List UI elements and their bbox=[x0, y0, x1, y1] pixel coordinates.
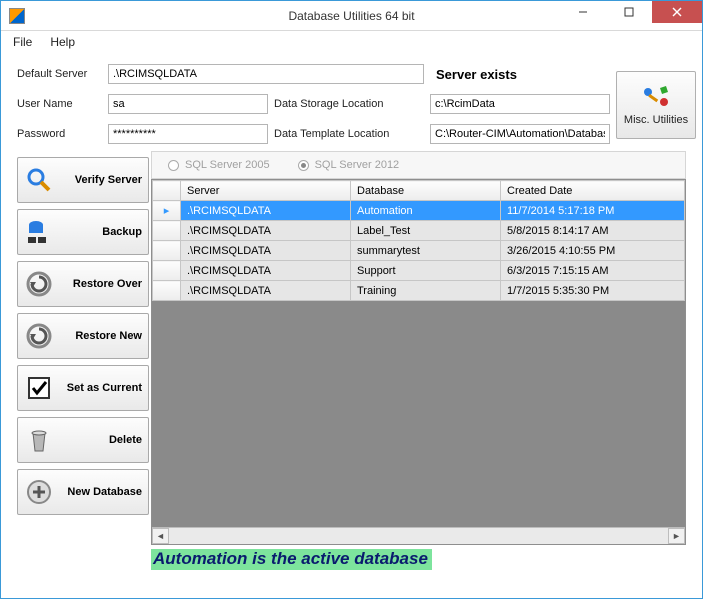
horizontal-scrollbar[interactable]: ◄ ► bbox=[152, 527, 685, 544]
cell-server[interactable]: .\RCIMSQLDATA bbox=[181, 241, 351, 261]
row-indicator[interactable]: ▸ bbox=[153, 201, 181, 221]
misc-utilities-button[interactable]: Misc. Utilities bbox=[616, 71, 696, 139]
row-indicator[interactable] bbox=[153, 241, 181, 261]
form-area: Default Server Server exists Misc. Utili… bbox=[1, 53, 702, 151]
sql-2012-label: SQL Server 2012 bbox=[315, 159, 400, 171]
cell-server[interactable]: .\RCIMSQLDATA bbox=[181, 221, 351, 241]
misc-utilities-label: Misc. Utilities bbox=[624, 114, 688, 126]
titlebar: Database Utilities 64 bit bbox=[1, 1, 702, 31]
restore-over-icon bbox=[24, 269, 54, 299]
menubar: File Help bbox=[1, 31, 702, 53]
trash-icon bbox=[24, 425, 54, 455]
cell-database[interactable]: Label_Test bbox=[351, 221, 501, 241]
cell-created[interactable]: 6/3/2015 7:15:15 AM bbox=[501, 261, 685, 281]
cell-server[interactable]: .\RCIMSQLDATA bbox=[181, 281, 351, 301]
app-icon bbox=[9, 8, 25, 24]
verify-server-button[interactable]: Verify Server bbox=[17, 157, 149, 203]
cell-created[interactable]: 11/7/2014 5:17:18 PM bbox=[501, 201, 685, 221]
table-row[interactable]: .\RCIMSQLDATATraining1/7/2015 5:35:30 PM bbox=[153, 281, 685, 301]
sql-2012-radio[interactable]: SQL Server 2012 bbox=[298, 159, 400, 171]
restore-over-button[interactable]: Restore Over bbox=[17, 261, 149, 307]
backup-button[interactable]: Backup bbox=[17, 209, 149, 255]
cell-database[interactable]: Automation bbox=[351, 201, 501, 221]
restore-new-button[interactable]: Restore New bbox=[17, 313, 149, 359]
window-title: Database Utilities 64 bit bbox=[288, 9, 414, 23]
minimize-button[interactable] bbox=[560, 1, 606, 23]
grid-header-created[interactable]: Created Date bbox=[501, 181, 685, 201]
sql-2005-radio[interactable]: SQL Server 2005 bbox=[168, 159, 270, 171]
cell-created[interactable]: 1/7/2015 5:35:30 PM bbox=[501, 281, 685, 301]
close-button[interactable] bbox=[652, 1, 702, 23]
scroll-right-arrow-icon[interactable]: ► bbox=[668, 528, 685, 544]
cell-created[interactable]: 3/26/2015 4:10:55 PM bbox=[501, 241, 685, 261]
data-template-input[interactable] bbox=[430, 124, 610, 144]
new-database-button[interactable]: New Database bbox=[17, 469, 149, 515]
scroll-track[interactable] bbox=[169, 528, 668, 544]
plus-icon bbox=[24, 477, 54, 507]
data-storage-label: Data Storage Location bbox=[274, 98, 424, 110]
default-server-label: Default Server bbox=[17, 68, 102, 80]
server-exists-label: Server exists bbox=[430, 67, 610, 82]
row-indicator[interactable] bbox=[153, 221, 181, 241]
table-row[interactable]: .\RCIMSQLDATALabel_Test5/8/2015 8:14:17 … bbox=[153, 221, 685, 241]
restore-new-label: Restore New bbox=[60, 330, 142, 342]
new-database-label: New Database bbox=[60, 486, 142, 498]
data-template-label: Data Template Location bbox=[274, 128, 424, 140]
row-indicator[interactable] bbox=[153, 281, 181, 301]
table-row[interactable]: .\RCIMSQLDATASupport6/3/2015 7:15:15 AM bbox=[153, 261, 685, 281]
menu-help[interactable]: Help bbox=[50, 35, 75, 49]
cell-database[interactable]: Support bbox=[351, 261, 501, 281]
verify-server-label: Verify Server bbox=[60, 174, 142, 186]
user-name-input[interactable] bbox=[108, 94, 268, 114]
restore-over-label: Restore Over bbox=[60, 278, 142, 290]
maximize-button[interactable] bbox=[606, 1, 652, 23]
cell-database[interactable]: Training bbox=[351, 281, 501, 301]
table-row[interactable]: ▸.\RCIMSQLDATAAutomation11/7/2014 5:17:1… bbox=[153, 201, 685, 221]
delete-button[interactable]: Delete bbox=[17, 417, 149, 463]
checkbox-icon bbox=[24, 373, 54, 403]
sql-version-group: SQL Server 2005 SQL Server 2012 bbox=[151, 151, 686, 179]
row-indicator[interactable] bbox=[153, 261, 181, 281]
sql-2005-label: SQL Server 2005 bbox=[185, 159, 270, 171]
tools-icon bbox=[640, 84, 672, 110]
active-database-status: Automation is the active database bbox=[151, 549, 432, 570]
user-name-label: User Name bbox=[17, 98, 102, 110]
password-label: Password bbox=[17, 128, 102, 140]
set-as-current-label: Set as Current bbox=[60, 382, 142, 394]
sidebar: Verify Server Backup Restore Over Restor… bbox=[17, 151, 149, 569]
password-input[interactable] bbox=[108, 124, 268, 144]
grid-header-server[interactable]: Server bbox=[181, 181, 351, 201]
backup-icon bbox=[24, 217, 54, 247]
cell-database[interactable]: summarytest bbox=[351, 241, 501, 261]
cell-server[interactable]: .\RCIMSQLDATA bbox=[181, 201, 351, 221]
status-line: Automation is the active database bbox=[151, 545, 686, 569]
delete-label: Delete bbox=[60, 434, 142, 446]
restore-new-icon bbox=[24, 321, 54, 351]
grid-header-database[interactable]: Database bbox=[351, 181, 501, 201]
cell-server[interactable]: .\RCIMSQLDATA bbox=[181, 261, 351, 281]
grid-rowheader-col[interactable] bbox=[153, 181, 181, 201]
scroll-left-arrow-icon[interactable]: ◄ bbox=[152, 528, 169, 544]
set-as-current-button[interactable]: Set as Current bbox=[17, 365, 149, 411]
table-row[interactable]: .\RCIMSQLDATAsummarytest3/26/2015 4:10:5… bbox=[153, 241, 685, 261]
database-grid[interactable]: Server Database Created Date ▸.\RCIMSQLD… bbox=[151, 179, 686, 545]
data-storage-input[interactable] bbox=[430, 94, 610, 114]
menu-file[interactable]: File bbox=[13, 35, 32, 49]
cell-created[interactable]: 5/8/2015 8:14:17 AM bbox=[501, 221, 685, 241]
default-server-input[interactable] bbox=[108, 64, 424, 84]
backup-label: Backup bbox=[60, 226, 142, 238]
verify-icon bbox=[24, 165, 54, 195]
